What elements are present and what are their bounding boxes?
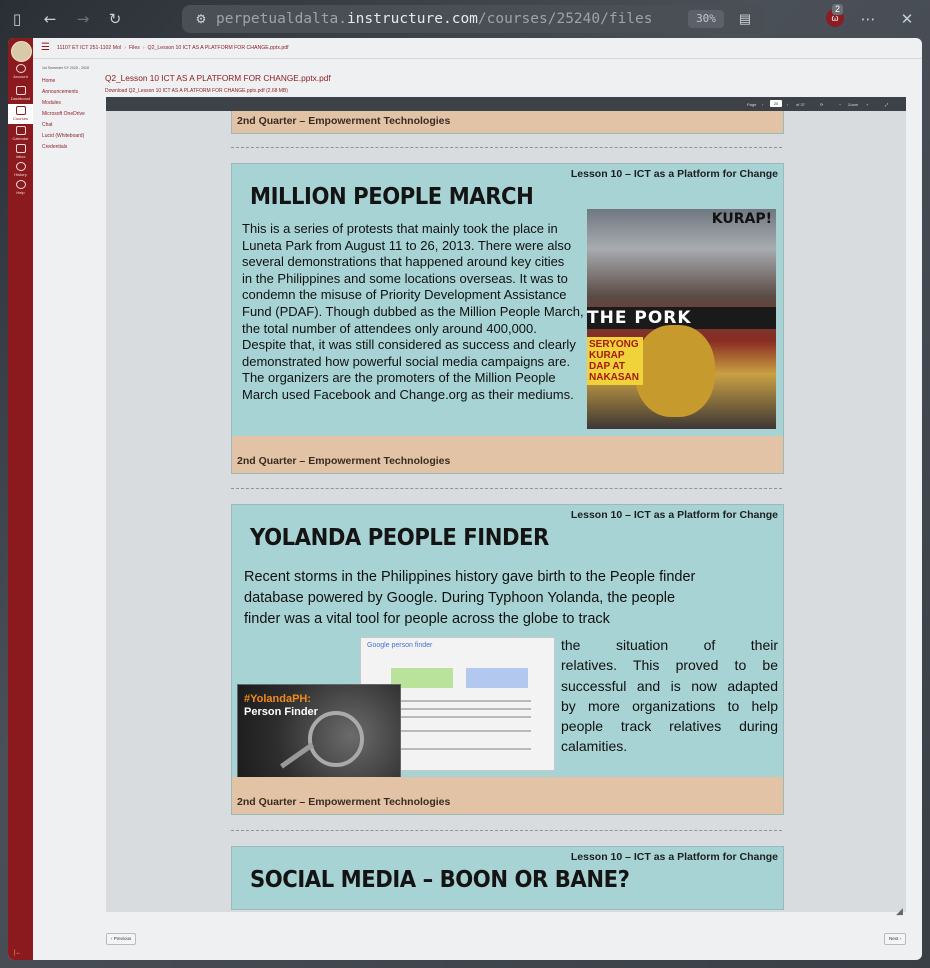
nav-dashboard[interactable]: Dashboard bbox=[8, 86, 33, 101]
slide-header: Lesson 10 – ICT as a Platform for Change bbox=[570, 851, 778, 863]
sidebar-toggle-icon[interactable]: ▯ bbox=[7, 9, 27, 29]
pig-effigy bbox=[635, 325, 715, 417]
slide-footer-partial: 2nd Quarter – Empowerment Technologies bbox=[231, 111, 784, 134]
slide-title: MILLION PEOPLE MARCH bbox=[250, 184, 534, 210]
rotate-icon[interactable]: ⟳ bbox=[820, 102, 823, 107]
pdf-toolbar: Page ‹ 20 › of 37 ⟳ − Zoom + ⤢ bbox=[106, 97, 906, 111]
breadcrumb-files[interactable]: Files bbox=[129, 45, 140, 51]
site-info-icon[interactable]: ⚙ bbox=[192, 10, 210, 28]
url-text[interactable]: perpetualdalta.instructure.com/courses/2… bbox=[216, 11, 678, 27]
course-term: 1st Semester SY 2025 - 2026 bbox=[42, 66, 90, 70]
school-logo[interactable] bbox=[11, 41, 32, 62]
course-nav-modules[interactable]: Modules bbox=[42, 98, 104, 109]
magnifier-icon bbox=[308, 711, 364, 767]
zoom-label: Zoom bbox=[848, 102, 859, 107]
browser-toolbar: ▯ ← → ↻ ⚙ perpetualdalta.instructure.com… bbox=[0, 0, 930, 38]
reload-icon[interactable]: ↻ bbox=[105, 9, 125, 29]
pdf-pages[interactable]: 2nd Quarter – Empowerment Technologies L… bbox=[106, 111, 906, 912]
page-label: Page bbox=[747, 102, 757, 107]
forward-arrow-icon[interactable]: → bbox=[73, 9, 93, 29]
course-nav-onedrive[interactable]: Microsoft OneDrive bbox=[42, 109, 104, 120]
more-icon[interactable]: ⋯ bbox=[858, 9, 878, 29]
help-icon bbox=[15, 180, 26, 189]
breadcrumb-course[interactable]: 11107 ET ICT 251-1102 Mol bbox=[57, 45, 121, 51]
next-button[interactable]: Next › bbox=[883, 933, 906, 945]
slide-header: Lesson 10 – ICT as a Platform for Change bbox=[570, 509, 778, 521]
slide-footer-text: 2nd Quarter – Empowerment Technologies bbox=[237, 796, 451, 808]
slide-yolanda-people-finder: Lesson 10 – ICT as a Platform for Change… bbox=[231, 504, 784, 815]
collapse-nav-icon[interactable]: |← bbox=[14, 950, 22, 956]
slide-title: YOLANDA PEOPLE FINDER bbox=[250, 525, 549, 551]
page-divider bbox=[231, 147, 782, 148]
page-divider bbox=[231, 488, 782, 489]
protest-sign-text: KURAP! bbox=[711, 211, 772, 227]
have-information-box bbox=[466, 668, 528, 688]
zoom-out-icon[interactable]: − bbox=[839, 102, 841, 107]
breadcrumb: 11107 ET ICT 251-1102 Mol › Files › Q2_Lesso… bbox=[57, 45, 289, 51]
zoom-in-icon[interactable]: + bbox=[866, 102, 868, 107]
close-icon[interactable]: ✕ bbox=[897, 9, 917, 29]
address-bar[interactable]: ⚙ perpetualdalta.instructure.com/courses… bbox=[182, 5, 764, 33]
nav-calendar[interactable]: Calendar bbox=[8, 126, 33, 141]
page-total: of 37 bbox=[796, 102, 805, 107]
slide-body-top: Recent storms in the Philippines history… bbox=[244, 569, 696, 627]
previous-button[interactable]: ‹ Previous bbox=[106, 933, 137, 945]
course-nav-credentials[interactable]: Credentials bbox=[42, 142, 104, 153]
file-title: Q2_Lesson 10 ICT AS A PLATFORM FOR CHANG… bbox=[105, 73, 331, 83]
nav-help[interactable]: Help bbox=[8, 180, 33, 195]
ublock-extension-icon[interactable]: ω2 bbox=[826, 4, 844, 27]
reader-mode-icon[interactable]: ▤ bbox=[736, 10, 754, 28]
course-nav-home[interactable]: Home bbox=[42, 76, 104, 87]
protest-photo: KURAP! THE PORK SERYONG KURAP DAP AT NAK… bbox=[587, 209, 776, 429]
yolanda-person-finder-graphic: #YolandaPH: Person Finder bbox=[237, 684, 401, 778]
nav-inbox[interactable]: Inbox bbox=[8, 144, 33, 159]
slide-footer-text: 2nd Quarter – Empowerment Technologies bbox=[237, 455, 451, 467]
fullscreen-icon[interactable]: ⤢ bbox=[885, 102, 888, 107]
slide-footer-text: 2nd Quarter – Empowerment Technologies bbox=[237, 115, 451, 127]
global-nav-rail: Account Dashboard Courses Calendar Inbox… bbox=[8, 38, 33, 960]
back-arrow-icon[interactable]: ← bbox=[40, 9, 60, 29]
dashboard-icon bbox=[15, 86, 26, 95]
slide-footer: 2nd Quarter – Empowerment Technologies bbox=[232, 777, 783, 814]
page-number-input[interactable]: 20 bbox=[770, 100, 782, 107]
slide-header: Lesson 10 – ICT as a Platform for Change bbox=[570, 168, 778, 180]
course-header: ☰ 11107 ET ICT 251-1102 Mol › Files › Q2_Les… bbox=[33, 38, 922, 59]
extension-badge: 2 bbox=[832, 4, 844, 15]
courses-icon bbox=[15, 106, 26, 115]
next-page-icon[interactable]: › bbox=[787, 102, 788, 107]
slide-body-right: the situation of their relatives. This p… bbox=[561, 637, 778, 755]
slide-social-media: Lesson 10 – ICT as a Platform for Change… bbox=[231, 846, 784, 910]
course-nav-chat[interactable]: Chat bbox=[42, 120, 104, 131]
zoom-level[interactable]: 30% bbox=[688, 10, 724, 28]
page-divider bbox=[231, 830, 782, 831]
history-icon bbox=[15, 162, 26, 171]
browser-window: Account Dashboard Courses Calendar Inbox… bbox=[8, 38, 922, 960]
image-hashtag: #YolandaPH: bbox=[244, 693, 312, 705]
calendar-icon bbox=[15, 126, 26, 135]
file-pagination: ‹ Previous Next › bbox=[106, 912, 906, 960]
hamburger-menu-icon[interactable]: ☰ bbox=[41, 43, 50, 53]
download-link[interactable]: Download Q2_Lesson 10 ICT AS A PLATFORM … bbox=[105, 88, 288, 94]
inbox-icon bbox=[15, 144, 26, 153]
nav-account[interactable]: Account bbox=[8, 64, 33, 79]
breadcrumb-file: Q2_Lesson 10 ICT AS A PLATFORM FOR CHANG… bbox=[147, 45, 289, 51]
slide-title: SOCIAL MEDIA – BOON OR BANE? bbox=[250, 867, 630, 893]
slide-body: This is a series of protests that mainly… bbox=[242, 221, 584, 402]
slide-footer: 2nd Quarter – Empowerment Technologies bbox=[232, 436, 783, 473]
nav-history[interactable]: History bbox=[8, 162, 33, 177]
nav-courses[interactable]: Courses bbox=[8, 104, 33, 124]
account-icon bbox=[15, 64, 26, 73]
prev-page-icon[interactable]: ‹ bbox=[762, 102, 763, 107]
image-title: Person Finder bbox=[244, 706, 318, 718]
slide-million-people-march: Lesson 10 – ICT as a Platform for Change… bbox=[231, 163, 784, 474]
pdf-viewer[interactable]: Page ‹ 20 › of 37 ⟳ − Zoom + ⤢ 2nd Quart… bbox=[106, 97, 906, 912]
protest-sign-left: SERYONG KURAP DAP AT NAKASAN bbox=[587, 337, 643, 385]
google-label: Google person finder bbox=[367, 642, 433, 649]
course-nav-lucid[interactable]: Lucid (Whiteboard) bbox=[42, 131, 104, 142]
course-nav: 1st Semester SY 2025 - 2026 Home Announc… bbox=[42, 66, 104, 153]
course-nav-announcements[interactable]: Announcements bbox=[42, 87, 104, 98]
